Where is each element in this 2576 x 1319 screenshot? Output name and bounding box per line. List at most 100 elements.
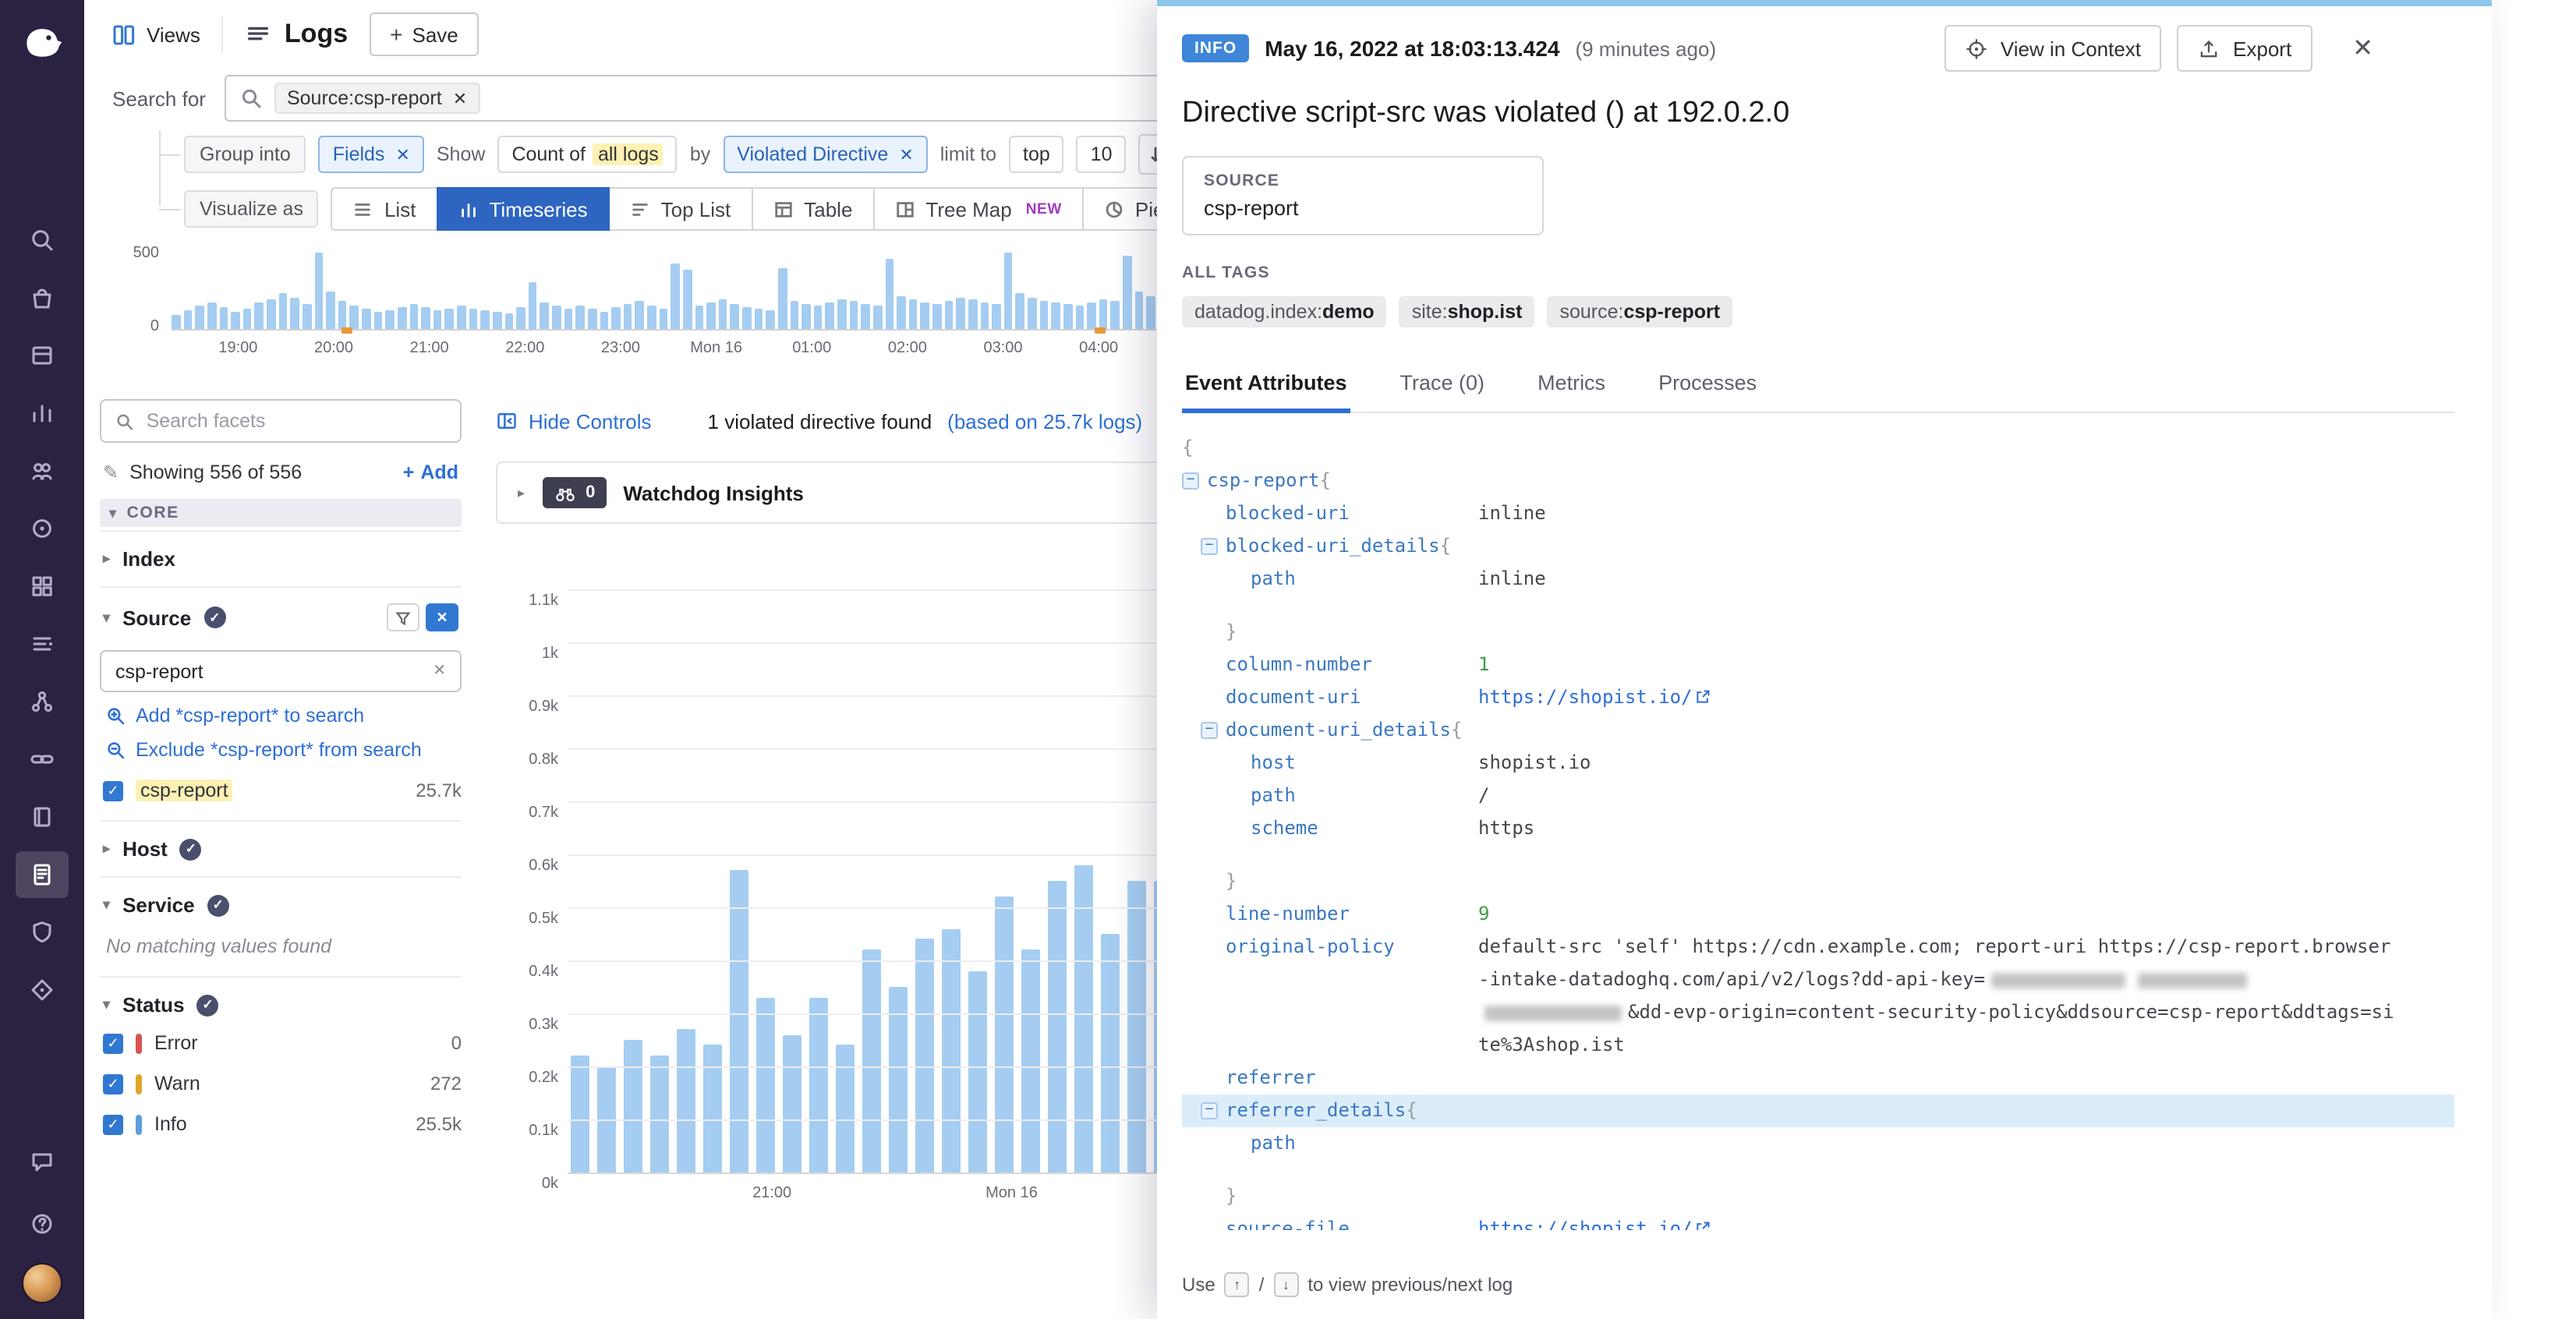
viz-option-timeseries[interactable]: Timeseries — [436, 187, 609, 231]
chart-bar[interactable] — [196, 306, 204, 329]
network-icon[interactable] — [16, 736, 69, 783]
facet-service[interactable]: ▾ Service ✓ — [100, 876, 462, 932]
result-basis-link[interactable]: (based on 25.7k logs) — [947, 409, 1142, 433]
chart-bar[interactable] — [703, 1045, 722, 1172]
chart-bar[interactable] — [659, 309, 667, 329]
json-value[interactable]: inline — [1478, 497, 2454, 530]
chart-bar[interactable] — [968, 300, 977, 329]
filter-icon[interactable] — [387, 603, 419, 631]
chart-bar[interactable] — [504, 313, 513, 329]
json-key[interactable]: scheme — [1251, 812, 1318, 845]
viz-option-top-list[interactable]: Top List — [608, 187, 753, 231]
chart-bar[interactable] — [650, 1056, 669, 1172]
chart-bar[interactable] — [457, 306, 465, 329]
facet-value-csp-report[interactable]: ✓ csp-report 25.7k — [103, 780, 462, 801]
chart-bar[interactable] — [837, 300, 846, 329]
chart-bar[interactable] — [314, 253, 323, 329]
chart-bar[interactable] — [1021, 949, 1040, 1172]
chart-bar[interactable] — [1147, 297, 1155, 329]
value-link[interactable]: https://shopist.io/ — [1478, 686, 1693, 708]
close-icon[interactable]: ✕ — [2352, 33, 2373, 64]
remove-icon[interactable]: ✕ — [899, 144, 913, 164]
chart-bar[interactable] — [862, 949, 881, 1172]
tracing-icon[interactable] — [16, 678, 69, 725]
search-token[interactable]: Source:csp-report ✕ — [274, 83, 479, 114]
json-key[interactable]: document-uri_details — [1226, 714, 1451, 747]
chart-bar[interactable] — [576, 306, 585, 329]
chart-bar[interactable] — [493, 312, 501, 329]
search-input[interactable]: Source:csp-report ✕ — [225, 75, 1229, 122]
chart-bar[interactable] — [1074, 865, 1093, 1172]
source-filter-field[interactable] — [115, 660, 423, 682]
chart-bar[interactable] — [219, 308, 228, 329]
collapse-toggle-icon[interactable]: − — [1201, 1102, 1218, 1119]
view-in-context-button[interactable]: View in Context — [1944, 25, 2161, 72]
json-key[interactable]: referrer — [1226, 1062, 1316, 1094]
chart-bar[interactable] — [932, 305, 941, 329]
facet-search[interactable] — [100, 399, 462, 443]
checkbox-checked[interactable]: ✓ — [103, 780, 123, 801]
chart-bar[interactable] — [915, 939, 934, 1172]
synthetics-icon[interactable] — [16, 967, 69, 1013]
chart-bar[interactable] — [267, 299, 275, 329]
chart-bar[interactable] — [1127, 881, 1146, 1172]
chart-bar[interactable] — [481, 311, 490, 330]
chart-bar[interactable] — [172, 314, 180, 329]
json-key[interactable]: column-number — [1226, 649, 1372, 681]
chart-bar[interactable] — [814, 306, 823, 329]
json-key[interactable]: referrer_details — [1226, 1094, 1406, 1127]
status-row-info[interactable]: ✓Info25.5k — [103, 1113, 462, 1135]
json-value[interactable]: https://shopist.io/ — [1478, 1213, 2454, 1230]
metrics-icon[interactable] — [16, 390, 69, 437]
json-key[interactable]: csp-report — [1207, 465, 1320, 497]
chart-bar[interactable] — [754, 309, 763, 329]
people-icon[interactable] — [16, 447, 69, 494]
chart-bar[interactable] — [1063, 305, 1072, 329]
chart-bar[interactable] — [995, 896, 1014, 1172]
json-key[interactable]: original-policy — [1226, 931, 1395, 964]
tag-datadog-index[interactable]: datadog.index:demo — [1182, 296, 1387, 327]
chart-bar[interactable] — [1039, 302, 1048, 329]
logs-icon[interactable] — [16, 851, 69, 898]
chart-bar[interactable] — [600, 311, 608, 329]
chart-bar[interactable] — [1123, 256, 1131, 329]
add-facet-button[interactable]: +Add — [403, 461, 458, 483]
watchdog-insights[interactable]: ▸ 0 Watchdog Insights — [496, 461, 1235, 524]
dashboards-icon[interactable] — [16, 563, 69, 610]
remove-token-icon[interactable]: ✕ — [453, 88, 467, 108]
chart-bar[interactable] — [1134, 291, 1143, 329]
checkbox-checked[interactable]: ✓ — [103, 1033, 123, 1053]
chart-bar[interactable] — [766, 310, 775, 330]
tag-site[interactable]: site:shop.ist — [1399, 296, 1535, 327]
chart-bar[interactable] — [445, 309, 454, 329]
chart-bar[interactable] — [255, 302, 264, 329]
checkbox-checked[interactable]: ✓ — [103, 1114, 123, 1134]
datadog-logo[interactable] — [11, 11, 73, 73]
json-value[interactable]: https — [1478, 812, 2454, 845]
exclude-from-search-link[interactable]: Exclude *csp-report* from search — [106, 739, 462, 761]
chart-bar[interactable] — [1048, 881, 1067, 1172]
json-value[interactable]: 9 — [1478, 898, 2454, 931]
checkbox-checked[interactable]: ✓ — [103, 1073, 123, 1094]
tab-event-attributes[interactable]: Event Attributes — [1182, 359, 1350, 413]
chart-bar[interactable] — [862, 305, 870, 329]
viz-option-list[interactable]: List — [331, 187, 437, 231]
chart-bar[interactable] — [231, 312, 239, 329]
collapse-toggle-icon[interactable]: − — [1201, 722, 1218, 739]
chart-bar[interactable] — [885, 259, 893, 329]
json-key[interactable]: path — [1251, 780, 1296, 812]
chart-bar[interactable] — [183, 311, 192, 330]
chart-bar[interactable] — [207, 303, 216, 329]
clear-filter-icon[interactable]: ✕ — [426, 603, 458, 631]
arrow-up-key[interactable]: ↑ — [1225, 1272, 1250, 1297]
chart-bar[interactable] — [278, 294, 287, 329]
chart-bar[interactable] — [944, 302, 953, 329]
edit-icon[interactable]: ✎ — [103, 461, 119, 483]
limit-value-select[interactable]: 10 — [1077, 136, 1127, 173]
chart-bar[interactable] — [571, 1056, 589, 1172]
facet-search-input[interactable] — [147, 410, 446, 432]
chart-bar[interactable] — [790, 302, 798, 329]
chart-bar[interactable] — [683, 271, 692, 329]
chart-bar[interactable] — [1052, 303, 1060, 329]
chat-icon[interactable] — [16, 1138, 69, 1185]
